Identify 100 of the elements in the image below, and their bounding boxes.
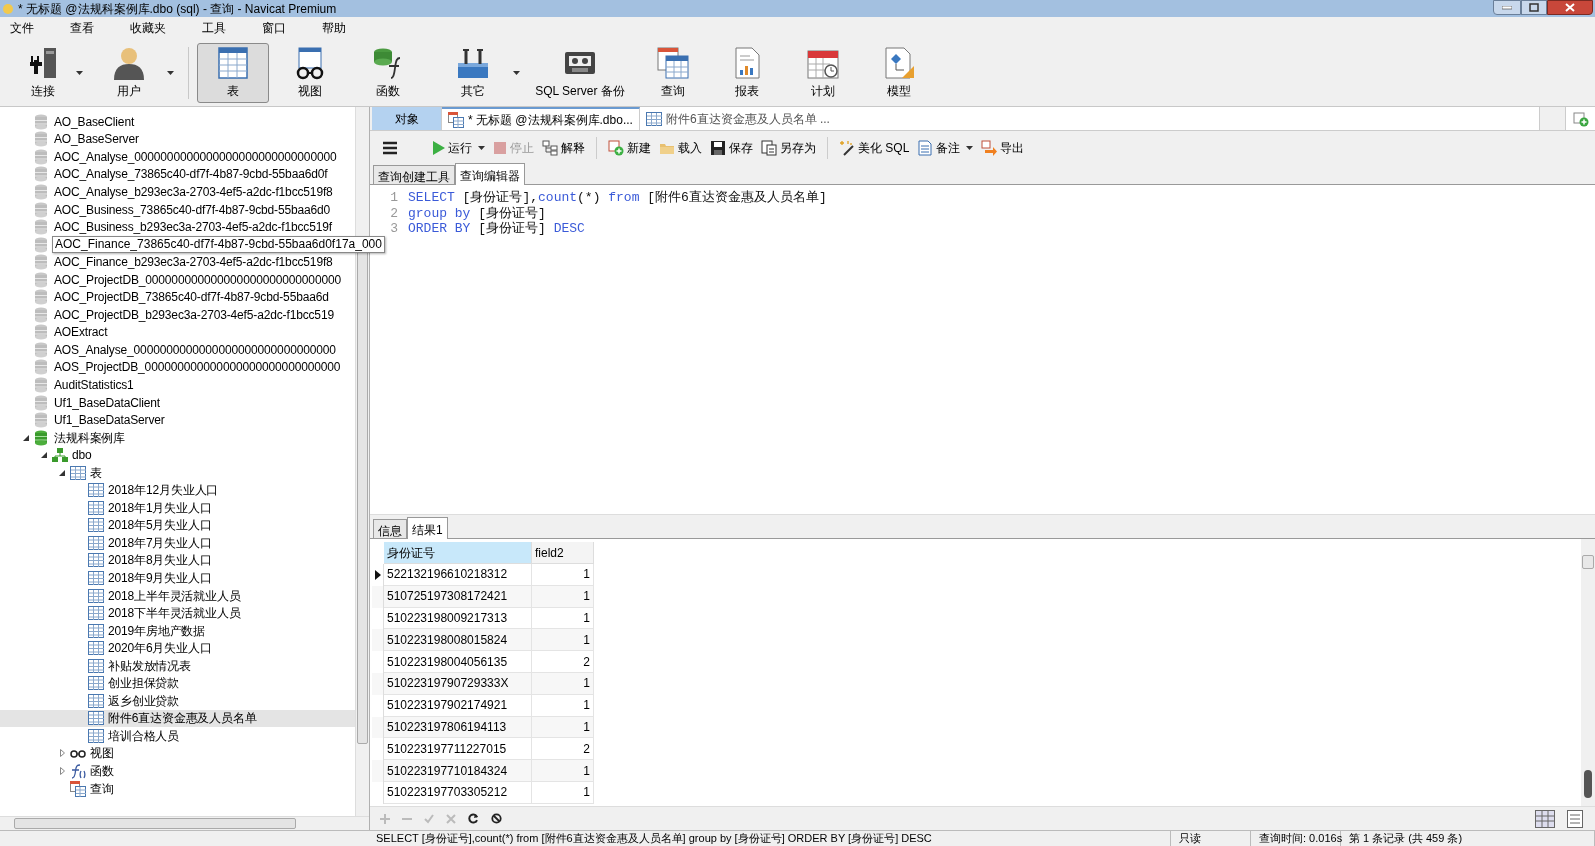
tree-item[interactable]: 2018年1月失业人口 [108, 498, 212, 517]
refresh-icon[interactable] [468, 813, 479, 824]
menu-item[interactable]: 收藏夹 [122, 19, 174, 37]
toolbar-button[interactable]: 另存为 [758, 136, 819, 160]
scrollbar-thumb[interactable] [1582, 555, 1594, 569]
tab[interactable]: 查询创建工具 [373, 165, 455, 184]
tree-item[interactable]: 2018年5月失业人口 [108, 516, 212, 535]
tree-item[interactable]: 2018年9月失业人口 [108, 569, 212, 587]
tab[interactable]: 对象 [372, 107, 442, 130]
tab[interactable]: * 无标题 @法规科案例库.dbo... [442, 107, 640, 130]
caret-icon[interactable] [76, 70, 83, 75]
tree-item[interactable]: 2018年8月失业人口 [108, 551, 212, 570]
tree-item[interactable]: AOC_Business_73865c40-df7f-4b87-9cbd-55baa6d0 [54, 200, 331, 219]
toolbar-button[interactable]: 视图 [275, 42, 345, 103]
tree-item[interactable]: 2019年房地产数据 [108, 621, 206, 640]
tree-item[interactable]: 培训合格人员 [108, 726, 180, 745]
tree-item[interactable]: AOExtract [54, 323, 108, 342]
tab[interactable]: 信息 [373, 519, 407, 538]
tab[interactable]: 附件6直达资金惠及人员名单 ... [639, 107, 1540, 130]
tree-item[interactable]: AOC_Finance_b293ec3a-2703-4ef5-a2dc-f1bcc519f8 [54, 253, 333, 272]
toolbar-button[interactable]: 解释 [539, 136, 588, 160]
menu-item[interactable]: 窗口 [254, 19, 294, 37]
form-view-icon[interactable] [1567, 809, 1583, 828]
expanded-icon[interactable] [23, 434, 29, 441]
close-button[interactable] [1547, 0, 1593, 15]
menu-item[interactable]: 查看 [62, 19, 102, 37]
scrollbar[interactable] [1581, 539, 1595, 806]
column-header[interactable]: 身份证号 [384, 542, 532, 564]
menu-icon[interactable] [382, 140, 398, 156]
tree-item[interactable]: 2018年12月失业人口 [108, 481, 219, 500]
toolbar-button[interactable]: SQL Server 备份 [526, 42, 634, 103]
tree-item[interactable]: 法规科案例库 [54, 428, 126, 447]
tree-item[interactable]: AOS_Analyse_0000000000000000000000000000000 [54, 340, 336, 359]
toolbar-button[interactable]: 用户 [89, 42, 169, 103]
toolbar-button[interactable]: 模型 [864, 42, 934, 103]
menu-item[interactable]: 帮助 [314, 19, 354, 37]
tree-item[interactable]: AOC_Analyse_b293ec3a-2703-4ef5-a2dc-f1bcc519f8 [54, 182, 333, 201]
tree-row[interactable]: 附件6直达资金惠及人员名单 [0, 709, 355, 728]
expanded-icon[interactable] [59, 469, 65, 476]
toolbar-button[interactable]: 表 [197, 42, 269, 103]
tree-item[interactable]: AOC_Analyse_0000000000000000000000000000000 [54, 147, 337, 166]
tree-item[interactable]: AOC_ProjectDB_b293ec3a-2703-4ef5-a2dc-f1bcc519 [54, 305, 334, 324]
tree-item[interactable]: AOC_ProjectDB_73865c40-df7f-4b87-9cbd-55baa6d [54, 288, 329, 307]
tab[interactable]: 查询编辑器 [455, 163, 525, 185]
menu-item[interactable]: 文件 [2, 19, 42, 37]
table-icon [88, 517, 104, 534]
tree-item[interactable]: 2018下半年灵活就业人员 [108, 604, 241, 623]
toolbar-button[interactable]: 保存 [707, 136, 756, 160]
toolbar-button[interactable]: 连接 [8, 42, 78, 103]
column-header[interactable]: field2 [532, 542, 594, 564]
tree-item[interactable]: 返乡创业贷款 [108, 691, 180, 710]
tree-item[interactable]: 2018年7月失业人口 [108, 533, 212, 552]
tree-item[interactable]: AO_BaseClient [54, 112, 135, 131]
tree-item[interactable]: 查询 [90, 779, 114, 798]
tree-item[interactable]: AOC_ProjectDB_000000000000000000000000000000 [54, 270, 341, 289]
tree-item[interactable]: 附件6直达资金惠及人员名单 [108, 709, 257, 728]
collapsed-icon[interactable] [59, 767, 65, 775]
caret-icon[interactable] [167, 70, 174, 75]
toolbar-button[interactable]: 计划 [788, 42, 858, 103]
check-icon[interactable] [424, 813, 434, 824]
tree-item[interactable]: 2020年6月失业人口 [108, 639, 212, 658]
tree-item[interactable]: Uf1_BaseDataClient [54, 393, 161, 412]
add-tab-icon[interactable] [1572, 110, 1589, 127]
toolbar-button[interactable]: 导出 [978, 136, 1028, 160]
toolbar-button[interactable]: 函数 [351, 42, 425, 103]
tree-item[interactable]: dbo [72, 446, 92, 465]
minimize-button[interactable] [1493, 0, 1521, 15]
stop-icon[interactable] [491, 813, 502, 824]
tree-item[interactable]: 表 [90, 463, 102, 482]
tree-item[interactable]: 视图 [90, 744, 114, 763]
scrollbar-thumb[interactable] [1584, 770, 1592, 798]
menu-item[interactable]: 工具 [194, 19, 234, 37]
tree-item[interactable]: 2018上半年灵活就业人员 [108, 586, 241, 605]
restore-button[interactable] [1521, 0, 1547, 15]
tree-item[interactable]: 函数 [90, 762, 114, 780]
grid-view-icon[interactable] [1535, 809, 1555, 828]
tree-item[interactable]: Uf1_BaseDataServer [54, 411, 165, 430]
tree-item[interactable]: 创业担保贷款 [108, 674, 180, 693]
toolbar-button[interactable]: 运行 [428, 136, 488, 160]
tree-item[interactable]: AO_BaseServer [54, 130, 139, 149]
tree-item[interactable]: AuditStatistics1 [54, 376, 134, 394]
tree-item[interactable]: AOS_ProjectDB_000000000000000000000000000000 [54, 358, 341, 377]
toolbar-button[interactable]: 其它 [431, 42, 515, 103]
expanded-icon[interactable] [41, 452, 47, 459]
scrollbar-thumb[interactable] [14, 818, 296, 829]
table-cell: 1 [532, 781, 594, 804]
database-icon [34, 306, 50, 323]
tree-item[interactable]: AOC_Analyse_73865c40-df7f-4b87-9cbd-55baa6d0f [54, 165, 328, 184]
toolbar-button[interactable]: 报表 [712, 42, 782, 103]
toolbar-button[interactable]: 备注 [914, 136, 977, 160]
toolbar-button[interactable]: 美化 SQL [836, 136, 913, 160]
toolbar-button[interactable]: 查询 [640, 42, 706, 103]
caret-icon[interactable] [513, 70, 520, 75]
toolbar-button[interactable]: 新建 [605, 136, 654, 160]
horizontal-scrollbar[interactable] [0, 816, 369, 830]
toolbar-button[interactable]: 载入 [656, 136, 705, 160]
tree-item[interactable]: AOC_Business_b293ec3a-2703-4ef5-a2dc-f1bcc519f [54, 218, 332, 237]
tree-item[interactable]: 补贴发放情况表 [108, 656, 191, 675]
save-icon [710, 140, 726, 156]
tab[interactable]: 结果1 [407, 517, 448, 539]
